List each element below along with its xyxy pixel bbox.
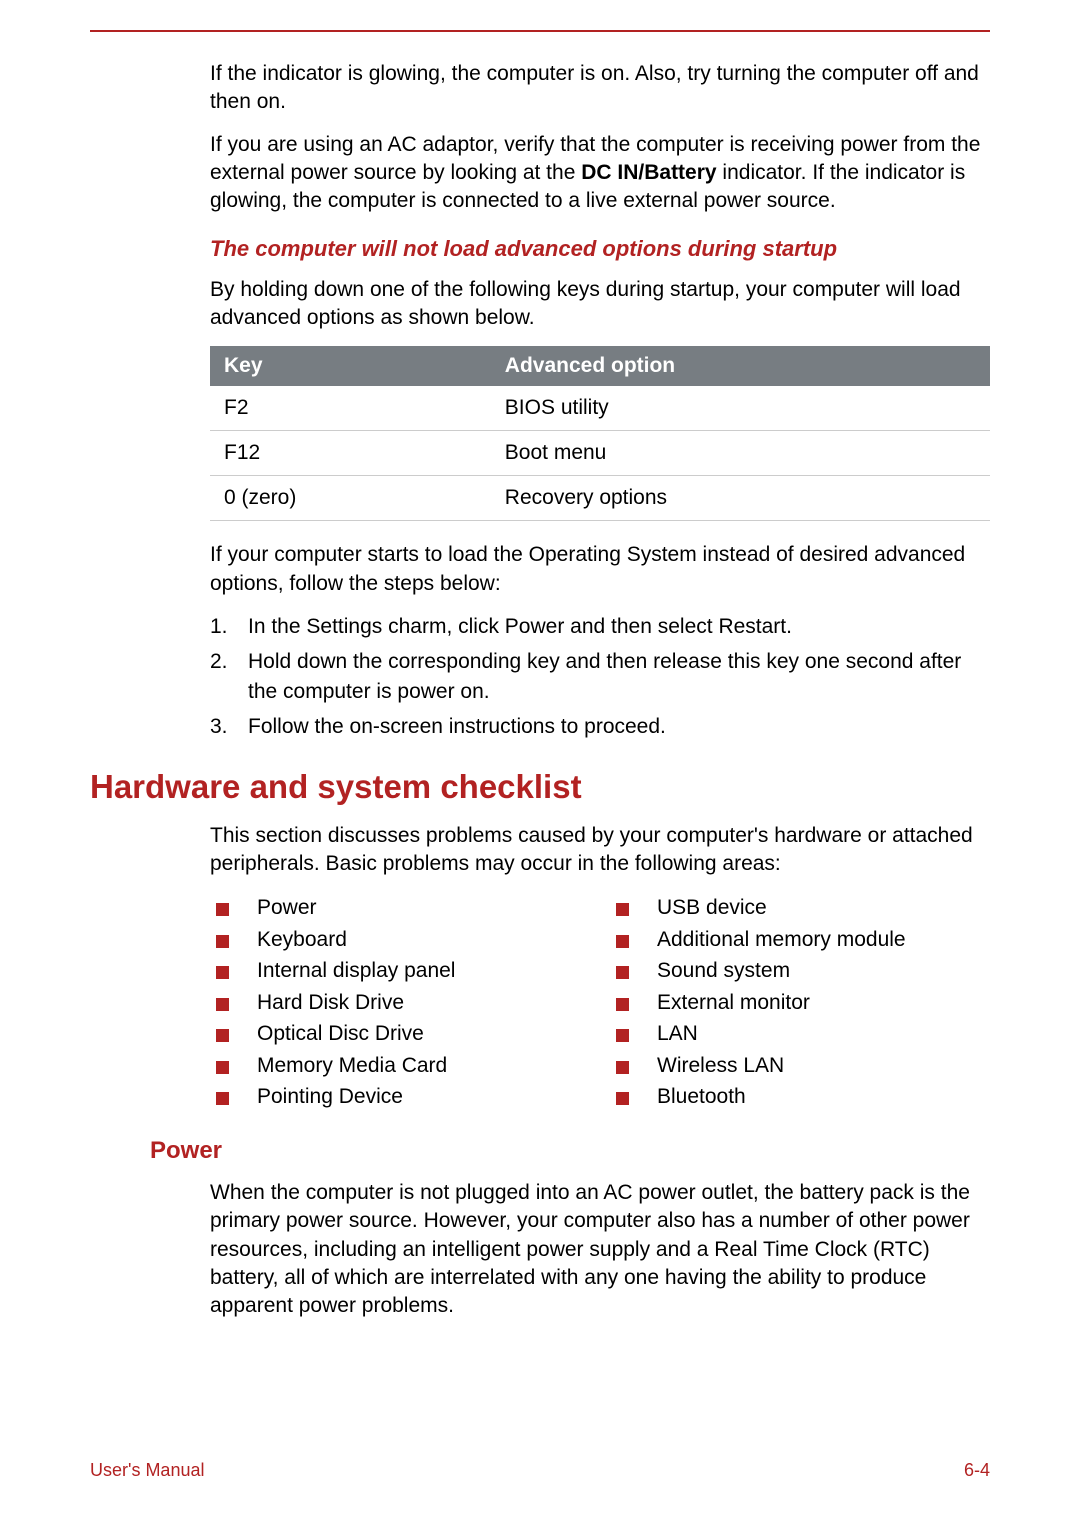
list-item: Hard Disk Drive [210,987,590,1019]
list-item: Power [210,892,590,924]
list-item: 1. In the Settings charm, click Power an… [210,612,990,641]
text: Memory Media Card [257,1050,447,1082]
bullet-icon [616,1029,629,1042]
paragraph: If your computer starts to load the Oper… [210,541,990,598]
bullet-icon [216,903,229,916]
table-cell: F12 [210,431,491,476]
page: If the indicator is glowing, the compute… [0,0,1080,1521]
text: Keyboard [257,924,347,956]
subheading: The computer will not load advanced opti… [210,236,990,262]
footer-left: User's Manual [90,1460,204,1481]
table-header: Key [210,346,491,386]
numbered-list: 1. In the Settings charm, click Power an… [210,612,990,742]
table-row: 0 (zero) Recovery options [210,476,990,521]
text: Hard Disk Drive [257,987,404,1019]
bullet-icon [616,935,629,948]
list-item: External monitor [610,987,990,1019]
paragraph: If the indicator is glowing, the compute… [210,60,990,117]
body-block-1: If the indicator is glowing, the compute… [210,60,990,742]
text: Wireless LAN [657,1050,784,1082]
bullet-icon [616,1092,629,1105]
list-item: USB device [610,892,990,924]
list-item: Keyboard [210,924,590,956]
table-row: F2 BIOS utility [210,386,990,431]
bullet-icon [216,1092,229,1105]
list-text: Follow the on-screen instructions to pro… [248,712,666,741]
list-item: Optical Disc Drive [210,1018,590,1050]
bullet-icon [216,1061,229,1074]
bold-text: DC IN/Battery [581,161,716,184]
text: External monitor [657,987,810,1019]
paragraph: By holding down one of the following key… [210,276,990,333]
list-item: Pointing Device [210,1081,590,1113]
bullet-icon [216,998,229,1011]
bullet-icon [616,966,629,979]
list-number: 3. [210,712,248,741]
text: Sound system [657,955,790,987]
page-footer: User's Manual 6-4 [90,1460,990,1481]
list-text: In the Settings charm, click Power and t… [248,612,792,641]
table-header: Advanced option [491,346,990,386]
text: and then select [564,615,718,638]
text: Power [257,892,317,924]
bullet-icon [616,998,629,1011]
list-item: Memory Media Card [210,1050,590,1082]
list-item: Additional memory module [610,924,990,956]
subsection-heading: Power [150,1137,990,1165]
bullet-icon [216,935,229,948]
text: . [786,615,792,638]
text: Bluetooth [657,1081,746,1113]
list-item: LAN [610,1018,990,1050]
paragraph: When the computer is not plugged into an… [210,1179,990,1321]
text: charm, click [382,615,505,638]
text: Internal display panel [257,955,455,987]
paragraph: If you are using an AC adaptor, verify t… [210,131,990,216]
list-item: 2. Hold down the corresponding key and t… [210,647,990,706]
checklist-columns: Power Keyboard Internal display panel Ha… [210,892,990,1113]
text: Additional memory module [657,924,906,956]
table-cell: F2 [210,386,491,431]
key-options-table: Key Advanced option F2 BIOS utility F12 … [210,346,990,521]
bold-text: Restart [718,615,786,638]
bullet-icon [216,1029,229,1042]
text: In the [248,615,306,638]
footer-page-number: 6-4 [964,1460,990,1481]
text: USB device [657,892,767,924]
text: Pointing Device [257,1081,403,1113]
bold-text: Power [505,615,565,638]
bullet-icon [216,966,229,979]
body-block-3: When the computer is not plugged into an… [210,1179,990,1321]
list-item: Sound system [610,955,990,987]
list-item: Wireless LAN [610,1050,990,1082]
list-number: 1. [210,612,248,641]
bullet-icon [616,1061,629,1074]
section-heading: Hardware and system checklist [90,768,990,806]
table-cell: Boot menu [491,431,990,476]
checklist-right: USB device Additional memory module Soun… [610,892,990,1113]
bullet-icon [616,903,629,916]
table-row: F12 Boot menu [210,431,990,476]
text: Optical Disc Drive [257,1018,424,1050]
table-cell: Recovery options [491,476,990,521]
list-item: Bluetooth [610,1081,990,1113]
list-item: Internal display panel [210,955,590,987]
top-rule [90,30,990,32]
text: LAN [657,1018,698,1050]
checklist-left: Power Keyboard Internal display panel Ha… [210,892,590,1113]
paragraph: This section discusses problems caused b… [210,822,990,879]
list-item: 3. Follow the on-screen instructions to … [210,712,990,741]
table-cell: 0 (zero) [210,476,491,521]
body-block-2: This section discusses problems caused b… [210,822,990,1113]
bold-text: Settings [306,615,382,638]
table-cell: BIOS utility [491,386,990,431]
list-number: 2. [210,647,248,706]
list-text: Hold down the corresponding key and then… [248,647,990,706]
